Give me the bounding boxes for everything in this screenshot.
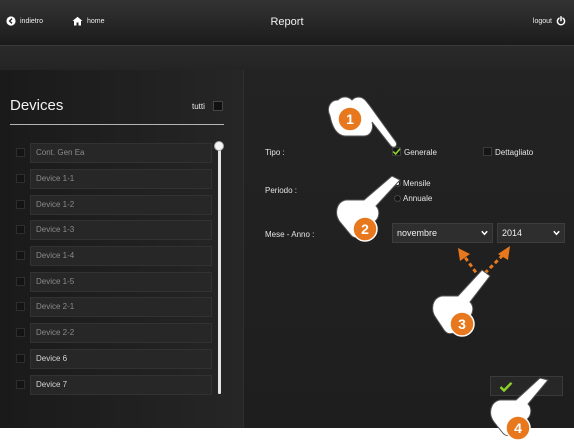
device-row[interactable]: Device 7 <box>16 375 212 395</box>
step-4-number: 4 <box>514 420 522 436</box>
step-4-pointer: 4 <box>490 378 549 441</box>
device-label: Device 2-2 <box>30 323 212 343</box>
select-all-label: tutti <box>192 102 205 111</box>
mese-anno-label: Mese - Anno : <box>265 230 315 239</box>
device-row[interactable]: Cont. Gen Ea <box>16 143 212 163</box>
step-2-number: 2 <box>361 221 369 237</box>
scrollbar-handle[interactable] <box>214 141 224 151</box>
device-label: Device 2-1 <box>30 297 212 317</box>
device-checkbox[interactable] <box>16 148 25 157</box>
chevron-down-icon <box>553 230 560 236</box>
device-row[interactable]: Device 1-5 <box>16 272 212 292</box>
power-icon <box>556 16 566 26</box>
device-row[interactable]: Device 1-1 <box>16 169 212 189</box>
device-checkbox[interactable] <box>16 302 25 311</box>
top-bar: indietro home Report logout <box>0 0 574 46</box>
step-1-number: 1 <box>346 111 354 127</box>
device-row[interactable]: Device 1-2 <box>16 195 212 215</box>
device-checkbox[interactable] <box>16 277 25 286</box>
step-2-pointer: 2 <box>336 176 401 242</box>
device-label: Device 1-2 <box>30 195 212 215</box>
sub-header-band <box>0 46 574 70</box>
devices-title: Devices <box>10 97 64 114</box>
devices-scrollbar[interactable] <box>218 148 221 394</box>
device-row[interactable]: Device 2-2 <box>16 323 212 343</box>
device-row[interactable]: Device 1-4 <box>16 246 212 266</box>
app-frame: indietro home Report logout Devices tutt… <box>0 0 574 428</box>
device-label: Device 1-4 <box>30 246 212 266</box>
device-checkbox[interactable] <box>16 200 25 209</box>
device-row[interactable]: Device 2-1 <box>16 297 212 317</box>
device-label: Device 7 <box>30 375 212 395</box>
dettagliato-checkbox[interactable] <box>483 147 492 156</box>
device-checkbox[interactable] <box>16 251 25 260</box>
step-1-pointer: 1 <box>327 96 397 148</box>
page-title: Report <box>270 16 304 28</box>
divider <box>10 124 224 125</box>
device-row[interactable]: Device 6 <box>16 349 212 369</box>
device-checkbox[interactable] <box>16 174 25 183</box>
logout-label: logout <box>532 17 552 25</box>
periodo-label: Periodo : <box>265 186 298 195</box>
tipo-label: Tipo : <box>265 148 285 157</box>
devices-panel: Devices tutti Cont. Gen Ea Device 1-1 De… <box>0 70 244 428</box>
logout-button[interactable]: logout <box>533 16 566 26</box>
device-checkbox[interactable] <box>16 225 25 234</box>
dettagliato-label: Dettagliato <box>495 148 534 157</box>
select-all-checkbox[interactable] <box>213 101 223 111</box>
device-checkbox[interactable] <box>16 380 25 389</box>
device-row[interactable]: Device 1-3 <box>16 220 212 240</box>
device-label: Device 1-5 <box>30 272 212 292</box>
device-label: Device 1-1 <box>30 169 212 189</box>
step-3-number: 3 <box>458 316 466 332</box>
device-checkbox[interactable] <box>16 328 25 337</box>
device-label: Device 1-3 <box>30 220 212 240</box>
device-checkbox[interactable] <box>16 354 25 363</box>
device-label: Cont. Gen Ea <box>30 143 212 163</box>
step-3-pointer: 3 <box>432 246 510 337</box>
device-label: Device 6 <box>30 349 212 369</box>
